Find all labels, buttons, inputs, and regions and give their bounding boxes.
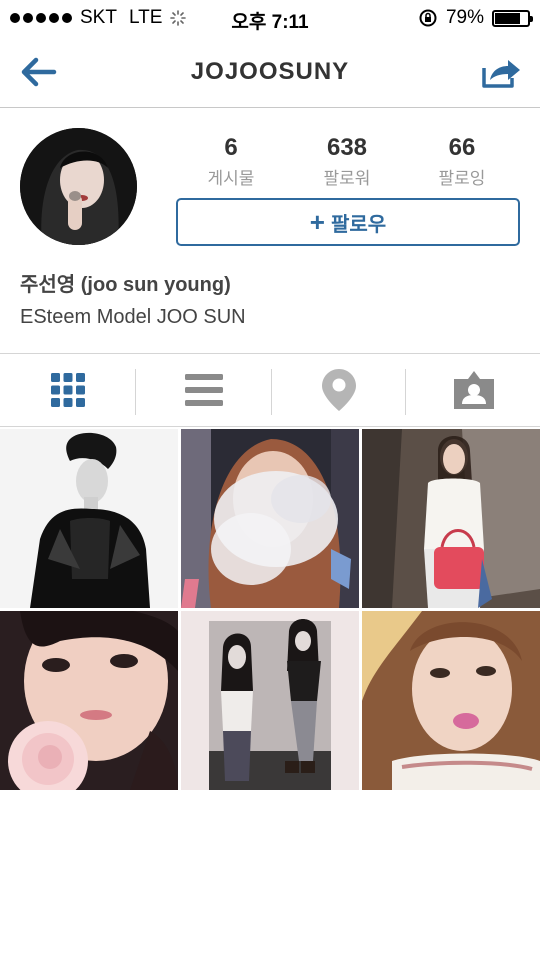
tab-map[interactable] <box>271 354 406 426</box>
photo-thumbnail[interactable] <box>0 611 178 790</box>
photo-thumbnail[interactable] <box>362 611 540 790</box>
photo-thumbnail[interactable] <box>362 429 540 608</box>
view-tab-bar <box>0 353 540 427</box>
profile-name: 주선영 (joo sun young) <box>20 274 231 296</box>
grid-icon <box>50 373 85 407</box>
page-title: JOJOOSUNY <box>190 58 350 85</box>
posts-count: 6 <box>224 134 238 161</box>
posts-stat[interactable]: 6 게시물 <box>176 134 286 189</box>
tagged-person-icon <box>453 371 494 409</box>
following-count: 66 <box>448 134 476 161</box>
tab-tagged[interactable] <box>406 354 540 426</box>
following-label: 팔로잉 <box>438 169 486 188</box>
list-icon <box>184 374 223 406</box>
followers-count: 638 <box>326 134 368 161</box>
posts-label: 게시물 <box>207 169 255 188</box>
share-icon[interactable] <box>478 52 522 92</box>
profile-bio: ESteem Model JOO SUN <box>20 306 246 328</box>
battery-percent: 79% <box>445 7 484 28</box>
followers-stat[interactable]: 638 팔로워 <box>292 134 402 189</box>
battery-icon <box>492 9 533 27</box>
status-right: 79% <box>418 7 533 29</box>
avatar[interactable] <box>20 128 137 245</box>
followers-label: 팔로워 <box>323 169 371 188</box>
follow-button[interactable]: + 팔로우 <box>176 198 520 246</box>
rotation-lock-icon <box>419 9 437 27</box>
status-bar: SKT LTE 오후 7:11 79% <box>0 0 540 36</box>
plus-icon: + <box>309 207 325 237</box>
tab-list[interactable] <box>136 354 271 426</box>
location-pin-icon <box>321 369 356 411</box>
photo-thumbnail[interactable] <box>181 611 359 790</box>
following-stat[interactable]: 66 팔로잉 <box>407 134 517 189</box>
tab-grid[interactable] <box>0 354 135 426</box>
photo-thumbnail[interactable] <box>181 429 359 608</box>
nav-bar: JOJOOSUNY <box>0 36 540 108</box>
photo-thumbnail[interactable] <box>0 429 178 608</box>
follow-label: 팔로우 <box>330 213 387 236</box>
